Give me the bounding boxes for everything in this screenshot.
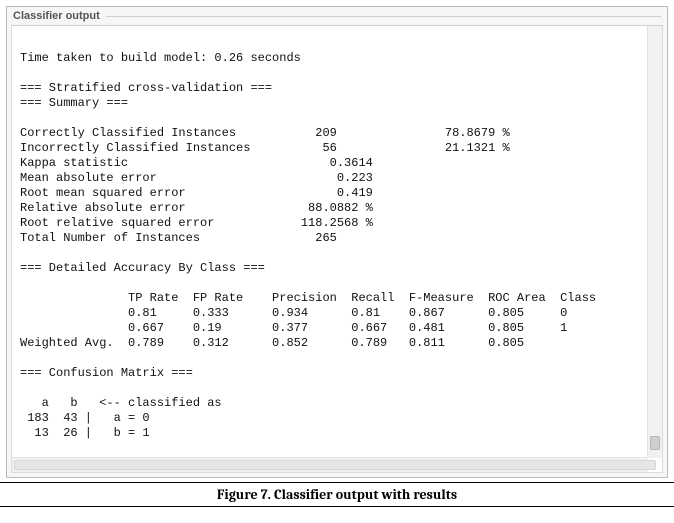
output-area: Time taken to build model: 0.26 seconds … xyxy=(11,25,663,473)
horizontal-scrollbar[interactable] xyxy=(12,457,648,472)
figure-caption: Figure 7. Classifier output with results xyxy=(0,482,674,507)
classifier-output-panel: Classifier output Time taken to build mo… xyxy=(6,6,668,478)
panel-rule xyxy=(106,16,661,17)
vertical-scrollbar[interactable] xyxy=(647,26,662,458)
output-text[interactable]: Time taken to build model: 0.26 seconds … xyxy=(20,36,642,441)
horizontal-scroll-thumb[interactable] xyxy=(14,460,656,470)
panel-title: Classifier output xyxy=(13,10,100,22)
panel-header: Classifier output xyxy=(7,7,667,25)
vertical-scroll-thumb[interactable] xyxy=(650,436,660,450)
output-text-viewport[interactable]: Time taken to build model: 0.26 seconds … xyxy=(12,26,648,458)
